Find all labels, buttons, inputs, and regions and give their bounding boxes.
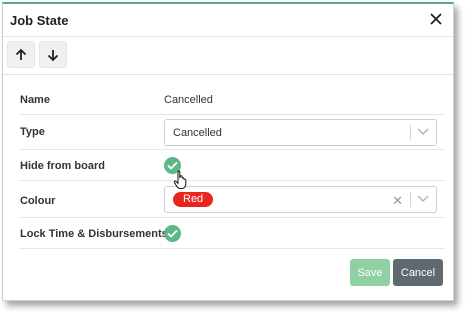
dialog-header: Job State [3, 4, 453, 37]
select-divider [410, 192, 411, 207]
lock-time-check[interactable] [164, 225, 181, 242]
arrow-up-icon [15, 48, 27, 60]
type-select[interactable]: Cancelled [164, 119, 437, 146]
move-down-button[interactable] [39, 41, 67, 68]
colour-row: Colour Red ✕ [19, 181, 445, 218]
colour-badge: Red [173, 192, 214, 207]
checkmark-icon [167, 161, 178, 170]
move-up-button[interactable] [7, 41, 35, 68]
arrow-down-icon [47, 49, 59, 61]
chevron-down-icon[interactable] [417, 128, 429, 136]
hide-from-board-row: Hide from board [19, 150, 445, 181]
name-row: Name Cancelled [19, 84, 445, 115]
lock-time-row: Lock Time & Disbursements [19, 218, 445, 249]
dialog-title: Job State [10, 13, 69, 28]
type-selected-value: Cancelled [173, 127, 222, 139]
dialog-toolbar [3, 37, 453, 75]
colour-select[interactable]: Red ✕ [164, 186, 437, 213]
type-row: Type Cancelled [19, 115, 445, 150]
type-label: Type [20, 126, 45, 138]
select-divider [410, 125, 411, 140]
hide-from-board-label: Hide from board [20, 160, 105, 172]
name-value: Cancelled [164, 94, 213, 106]
clear-icon[interactable]: ✕ [392, 193, 403, 209]
save-button[interactable]: Save [350, 259, 390, 286]
close-icon[interactable] [427, 9, 445, 29]
lock-time-label: Lock Time & Disbursements [20, 228, 168, 240]
cancel-button[interactable]: Cancel [393, 259, 443, 286]
checkmark-icon [167, 229, 178, 238]
chevron-down-icon[interactable] [417, 195, 429, 203]
colour-label: Colour [20, 195, 56, 207]
name-label: Name [20, 94, 50, 106]
hand-cursor-icon [173, 170, 187, 189]
job-state-dialog: Job State Name Cancelled Type Cancelled [2, 2, 454, 301]
